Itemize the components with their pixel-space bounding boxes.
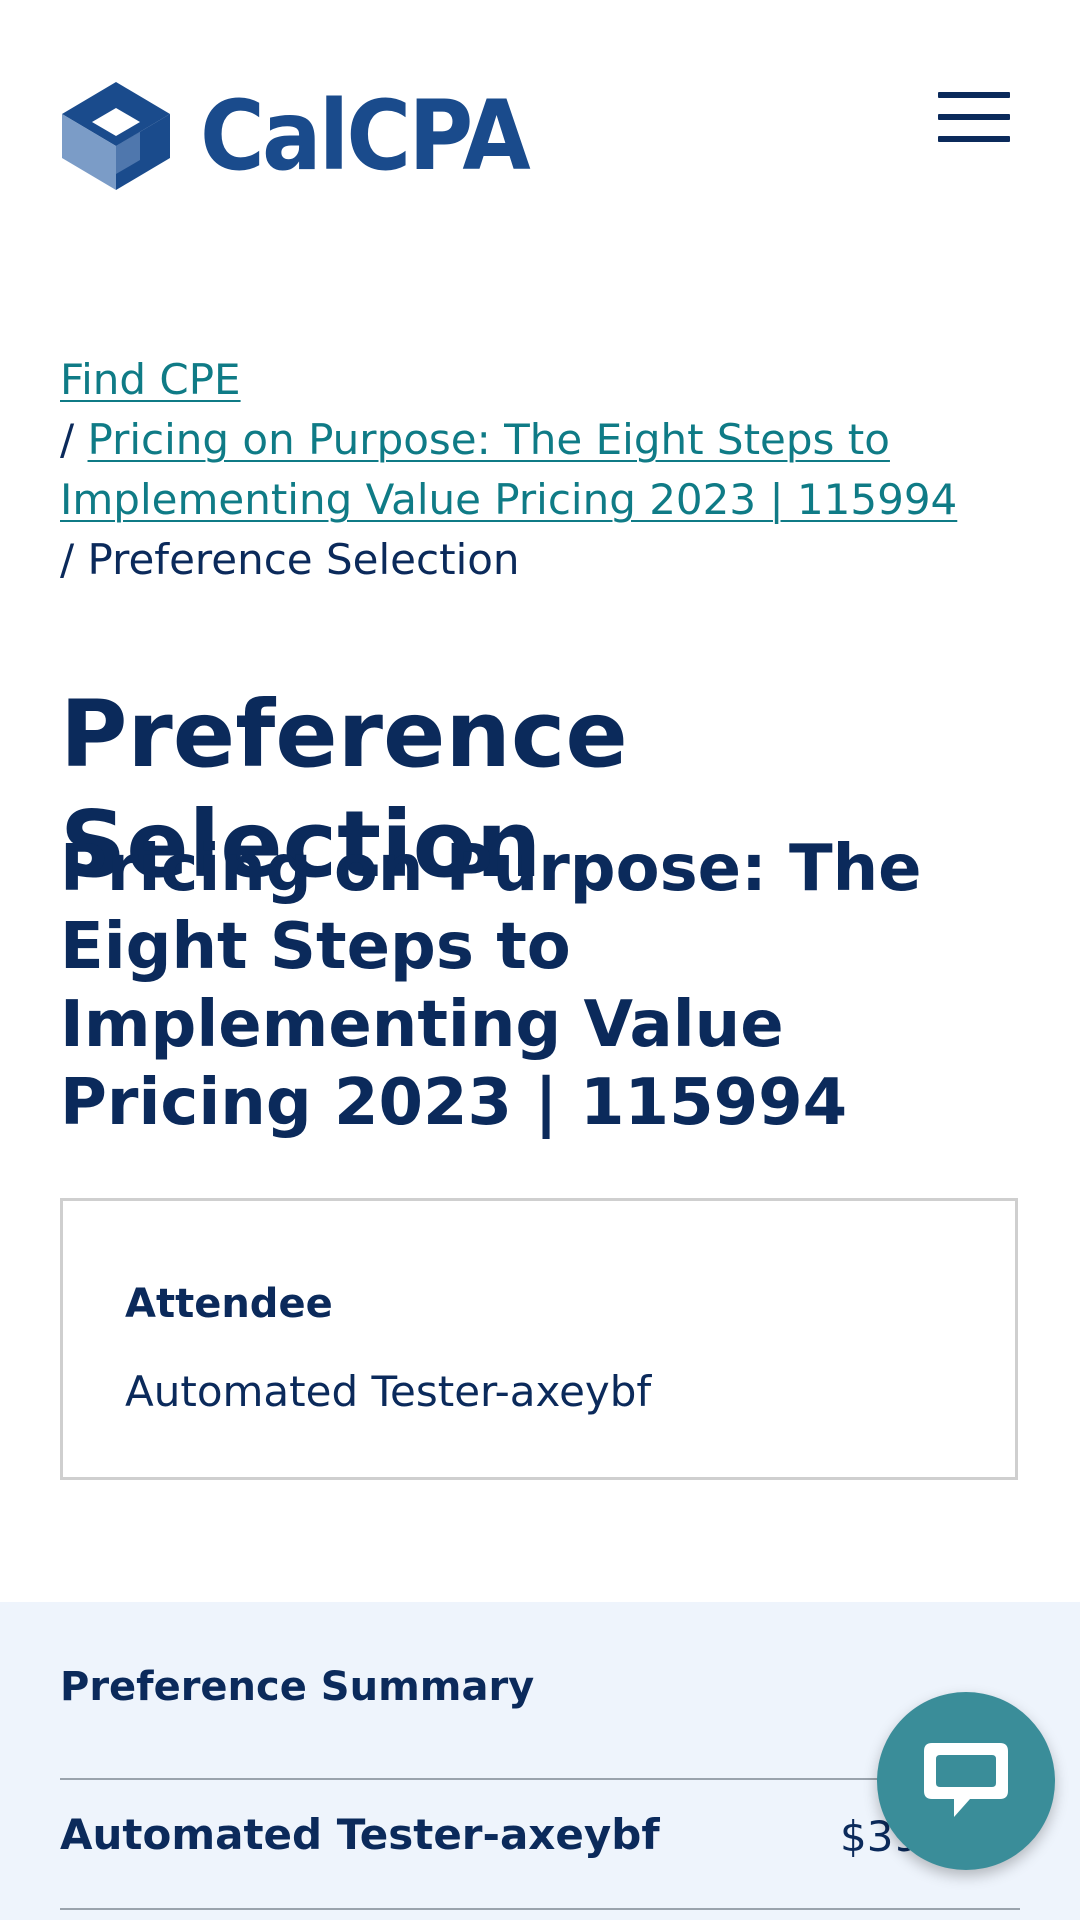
breadcrumb-separator: /: [60, 535, 75, 584]
breadcrumb-link-course[interactable]: Pricing on Purpose: The Eight Steps to I…: [60, 415, 957, 524]
site-header: CalCPA: [0, 0, 1080, 240]
attendee-label: Attendee: [125, 1281, 333, 1327]
hamburger-menu-button[interactable]: [938, 92, 1010, 144]
breadcrumb-separator: /: [60, 415, 75, 464]
attendee-card: Attendee Automated Tester-axeybf: [60, 1198, 1018, 1480]
calcpa-cube-icon: [62, 82, 170, 190]
summary-divider: [60, 1778, 1020, 1780]
breadcrumb-line-1: Find CPE: [60, 350, 1020, 410]
summary-row-attendee-name: Automated Tester-axeybf: [60, 1810, 660, 1859]
chat-bubble-icon: [924, 1743, 1008, 1817]
calcpa-logo[interactable]: CalCPA: [60, 80, 556, 192]
logo-wordmark: CalCPA: [200, 80, 531, 192]
breadcrumb-line-3: / Preference Selection: [60, 530, 1020, 590]
summary-title: Preference Summary: [60, 1664, 535, 1710]
chat-button[interactable]: [877, 1692, 1055, 1870]
menu-icon-bar: [938, 136, 1010, 142]
attendee-name: Automated Tester-axeybf: [125, 1367, 652, 1416]
menu-icon-bar: [938, 114, 1010, 120]
breadcrumb: Find CPE / Pricing on Purpose: The Eight…: [60, 350, 1020, 590]
menu-icon-bar: [938, 92, 1010, 98]
summary-divider: [60, 1908, 1020, 1910]
course-title: Pricing on Purpose: The Eight Steps to I…: [60, 832, 922, 1140]
page: CalCPA Find CPE / Pricing on Purpose: Th…: [0, 0, 1080, 1920]
breadcrumb-link-find-cpe[interactable]: Find CPE: [60, 355, 241, 404]
breadcrumb-current: Preference Selection: [87, 535, 520, 584]
breadcrumb-line-2: / Pricing on Purpose: The Eight Steps to…: [60, 410, 1020, 530]
